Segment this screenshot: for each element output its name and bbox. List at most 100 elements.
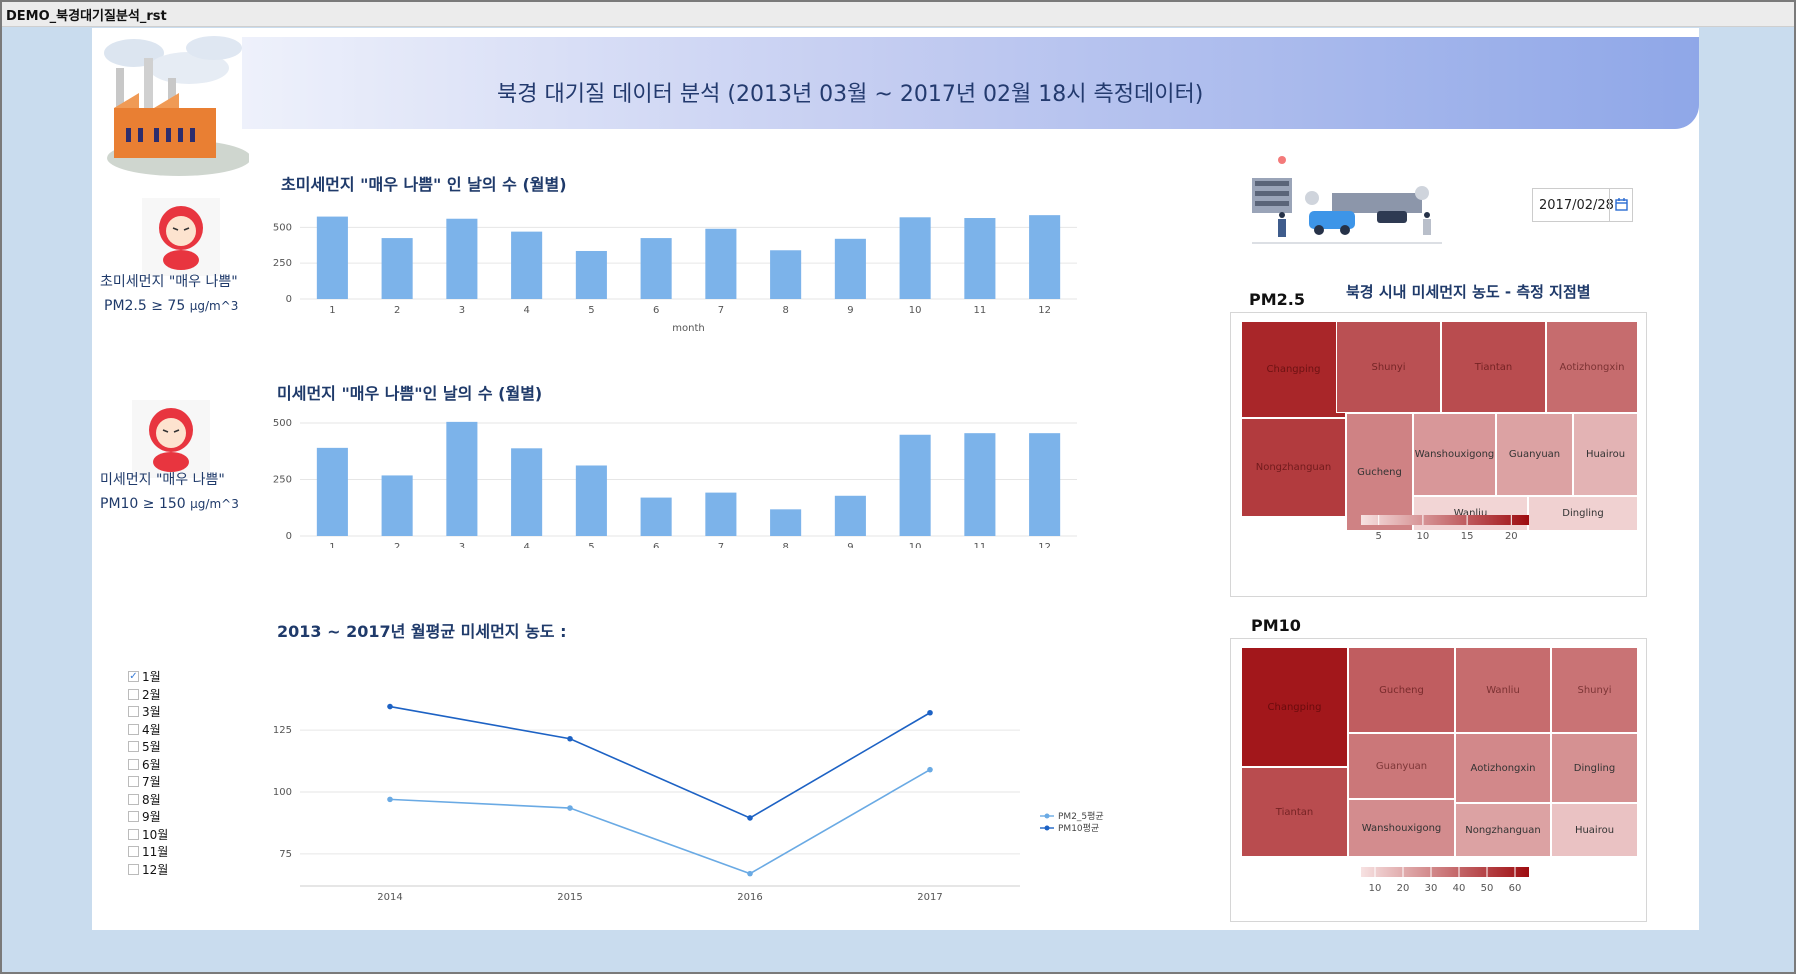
treemap-cell[interactable]: Guanyuan xyxy=(1348,733,1455,799)
checkbox[interactable] xyxy=(128,723,139,735)
treemap-cell[interactable]: Shunyi xyxy=(1336,321,1441,413)
bar xyxy=(575,250,607,299)
treemap-cell[interactable]: Huairou xyxy=(1573,413,1638,496)
month-label: 5월 xyxy=(142,740,161,755)
treemap-cell[interactable]: Shunyi xyxy=(1551,647,1638,733)
x-axis-label: month xyxy=(672,323,704,334)
pm10-monthly-bar-chart: 02505001 2 3 4 5 6 7 8 9 10 11 12 xyxy=(273,418,1077,548)
treemap-cell[interactable]: Dingling xyxy=(1551,733,1638,803)
checkbox[interactable] xyxy=(128,811,139,823)
month-checkbox-item[interactable]: ✓ 1월 xyxy=(128,668,168,686)
treemap-cell[interactable]: Tiantan xyxy=(1241,767,1348,857)
month-checkbox-item[interactable]: 9월 xyxy=(128,808,168,826)
x-tick-label: 4 xyxy=(523,542,529,548)
pm10-chart-title: 미세먼지 "매우 나쁨"인 날의 수 (월별) xyxy=(277,384,543,403)
pm10-treemap-label: PM10 xyxy=(1251,616,1301,635)
bar xyxy=(381,475,413,536)
x-tick-label: 8 xyxy=(782,542,788,548)
pm25-desc-unit: μg/m^3 xyxy=(189,299,239,313)
checkbox[interactable] xyxy=(128,828,139,840)
x-tick-label: 8 xyxy=(782,305,788,316)
series-point xyxy=(567,805,573,811)
x-tick-label: 5 xyxy=(588,305,594,316)
bar xyxy=(899,217,931,299)
treemap-cell[interactable]: Changping xyxy=(1241,647,1348,767)
month-checkbox-item[interactable]: 8월 xyxy=(128,791,168,809)
checkbox[interactable] xyxy=(128,863,139,875)
month-checkbox-item[interactable]: 12월 xyxy=(128,861,168,879)
x-tick-label: 3 xyxy=(459,305,465,316)
bar xyxy=(316,447,348,536)
x-tick-label: 12 xyxy=(1038,542,1051,548)
y-tick-label: 100 xyxy=(273,787,292,798)
checkbox[interactable] xyxy=(128,688,139,700)
x-tick-label: 2 xyxy=(394,305,400,316)
bar xyxy=(770,509,802,536)
bar xyxy=(899,434,931,536)
legend-marker xyxy=(1044,813,1050,819)
series-point xyxy=(927,709,933,716)
y-tick-label: 250 xyxy=(273,258,292,269)
series-point xyxy=(387,703,393,710)
line-chart-title: 2013 ~ 2017년 월평균 미세먼지 농도 : xyxy=(277,622,567,641)
bar xyxy=(446,218,478,299)
scale-tick-label: 40 xyxy=(1453,883,1466,894)
x-tick-label: 6 xyxy=(653,542,659,548)
station-label: Guanyuan xyxy=(1508,449,1561,460)
treemap-cell[interactable]: Tiantan xyxy=(1441,321,1546,413)
month-checkbox-item[interactable]: 4월 xyxy=(128,721,168,739)
month-checkbox-item[interactable]: 3월 xyxy=(128,703,168,721)
color-scale-bar xyxy=(1361,867,1529,877)
x-tick-label: 12 xyxy=(1038,305,1051,316)
x-tick-label: 1 xyxy=(329,542,335,548)
bar xyxy=(1029,433,1061,536)
angry-mascot-icon xyxy=(132,400,210,478)
pm10-color-scale: 10 20 30 40 50 60 xyxy=(1361,867,1529,894)
checkbox[interactable] xyxy=(128,706,139,718)
pm10-desc-line2: PM10 ≥ 150 xyxy=(100,496,186,512)
treemap-cell[interactable]: Nongzhanguan xyxy=(1241,418,1346,517)
month-checkbox-item[interactable]: 10월 xyxy=(128,826,168,844)
station-label: Dingling xyxy=(1573,762,1616,774)
checkbox[interactable]: ✓ xyxy=(128,671,139,683)
month-checkbox-item[interactable]: 5월 xyxy=(128,738,168,756)
treemap-cell[interactable]: Wanliu xyxy=(1455,647,1551,733)
x-tick-label: 7 xyxy=(718,305,724,316)
dashboard-panel: 북경 대기질 데이터 분석 (2013년 03월 ~ 2017년 02월 18시… xyxy=(92,28,1699,930)
date-picker[interactable]: 2017/02/28 xyxy=(1532,188,1633,222)
treemap-cell[interactable]: Gucheng xyxy=(1348,647,1455,733)
scale-tick-label: 20 xyxy=(1397,883,1410,894)
month-label: 9월 xyxy=(142,810,161,825)
x-tick-label: 2017 xyxy=(917,892,942,903)
y-tick-label: 500 xyxy=(273,222,292,233)
month-checkbox-item[interactable]: 6월 xyxy=(128,756,168,774)
month-checkbox-item[interactable]: 2월 xyxy=(128,686,168,704)
calendar-icon[interactable] xyxy=(1609,189,1632,221)
bar xyxy=(511,231,543,299)
bar xyxy=(964,218,996,299)
month-label: 12월 xyxy=(142,862,169,877)
treemap-cell[interactable]: Nongzhanguan xyxy=(1455,803,1551,857)
treemap-cell[interactable]: Huairou xyxy=(1551,803,1638,857)
month-label: 2월 xyxy=(142,687,161,702)
station-label: Gucheng xyxy=(1379,684,1424,696)
treemap-cell[interactable]: Guanyuan xyxy=(1496,413,1573,496)
treemap-cell[interactable]: Aotizhongxin xyxy=(1546,321,1638,413)
checkbox[interactable] xyxy=(128,793,139,805)
treemap-cell[interactable]: Wanshouxigong xyxy=(1348,799,1455,857)
treemap-cell[interactable]: Aotizhongxin xyxy=(1455,733,1551,803)
bar xyxy=(705,228,737,299)
treemap-cell[interactable]: Wanshouxigong xyxy=(1413,413,1496,496)
checkbox[interactable] xyxy=(128,758,139,770)
station-label: Tiantan xyxy=(1275,806,1314,818)
checkbox[interactable] xyxy=(128,846,139,858)
month-filter-list: ✓ 1월 2월 3월 4월 5월 6월 7월 8월 9월 10월 11월 12월 xyxy=(128,668,168,878)
x-tick-label: 4 xyxy=(523,305,529,316)
checkbox[interactable] xyxy=(128,741,139,753)
checkbox[interactable] xyxy=(128,776,139,788)
window-title: DEMO_북경대기질분석_rst xyxy=(6,9,167,24)
month-checkbox-item[interactable]: 11월 xyxy=(128,843,168,861)
treemap-cell[interactable]: Changping xyxy=(1241,321,1346,418)
bar xyxy=(1029,215,1061,299)
month-checkbox-item[interactable]: 7월 xyxy=(128,773,168,791)
